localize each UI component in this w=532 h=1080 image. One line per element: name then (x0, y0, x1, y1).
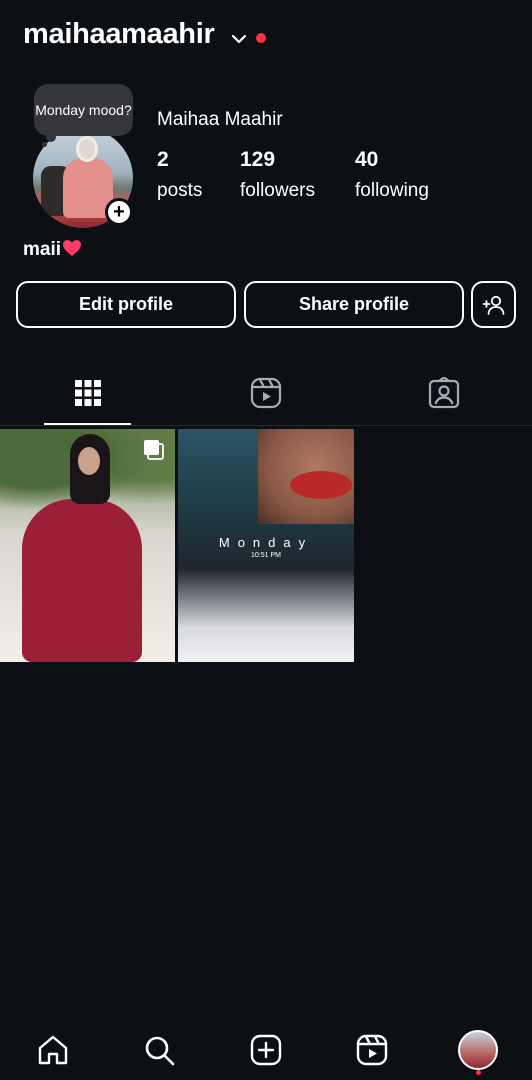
following-label: following (355, 180, 429, 201)
avatar-head-shape (76, 136, 98, 162)
profile-avatar-container[interactable]: + (33, 128, 133, 228)
profile-avatar-small (458, 1030, 498, 1070)
nav-reels[interactable] (352, 1030, 392, 1070)
profile-note-bubble[interactable]: Monday mood? (34, 84, 133, 136)
post-thumbnail-2[interactable]: Monday 10:51 PM (178, 429, 354, 662)
profile-header: maihaamaahir (0, 0, 532, 80)
account-username[interactable]: maihaamaahir (23, 18, 215, 51)
create-icon (250, 1034, 282, 1066)
home-icon (38, 1035, 68, 1065)
posts-count: 2 (157, 148, 169, 171)
reels-icon (250, 377, 281, 409)
following-count: 40 (355, 148, 379, 171)
bio-text: maii (23, 239, 62, 260)
notification-dot (256, 33, 266, 43)
posts-label: posts (157, 180, 203, 201)
tab-tagged[interactable] (400, 360, 487, 426)
post-1-dress-shape (22, 499, 142, 662)
post-2-day-overlay: Monday (218, 535, 314, 550)
active-tab-indicator (44, 423, 131, 425)
display-name: Maihaa Maahir (157, 109, 283, 130)
nav-profile[interactable] (458, 1030, 498, 1070)
edit-profile-button[interactable]: Edit profile (16, 281, 236, 328)
search-icon (145, 1036, 175, 1066)
note-bubble-tail (46, 132, 56, 142)
profile-content-tabs (0, 360, 532, 426)
post-thumbnail-1[interactable] (0, 429, 175, 662)
red-heart-icon (63, 240, 82, 256)
carousel-icon (144, 440, 164, 460)
bottom-navigation (0, 1018, 532, 1080)
add-person-icon (482, 295, 504, 315)
nav-home[interactable] (33, 1030, 73, 1070)
tagged-icon (428, 377, 459, 409)
posts-stat[interactable]: 2 posts (157, 148, 202, 202)
reels-icon (356, 1034, 388, 1066)
followers-label: followers (240, 180, 315, 201)
add-story-plus-icon[interactable]: + (105, 198, 133, 226)
grid-icon (74, 380, 101, 406)
share-profile-button[interactable]: Share profile (244, 281, 464, 328)
post-2-lips-shape (290, 471, 352, 499)
tab-posts-grid[interactable] (44, 360, 131, 426)
nav-search[interactable] (139, 1030, 179, 1070)
profile-activity-dot (476, 1070, 481, 1075)
discover-people-button[interactable] (471, 281, 516, 328)
following-stat[interactable]: 40 following (355, 148, 429, 202)
followers-count: 129 (240, 148, 276, 171)
nav-create[interactable] (246, 1030, 286, 1070)
post-2-time-overlay: 10:51 PM (251, 552, 281, 559)
chevron-down-icon[interactable] (230, 30, 248, 48)
note-bubble-tail-small (42, 142, 47, 147)
post-1-face-shape (78, 447, 100, 475)
followers-stat[interactable]: 129 followers (240, 148, 315, 202)
tab-reels[interactable] (222, 360, 309, 426)
profile-bio: maii (23, 239, 82, 261)
